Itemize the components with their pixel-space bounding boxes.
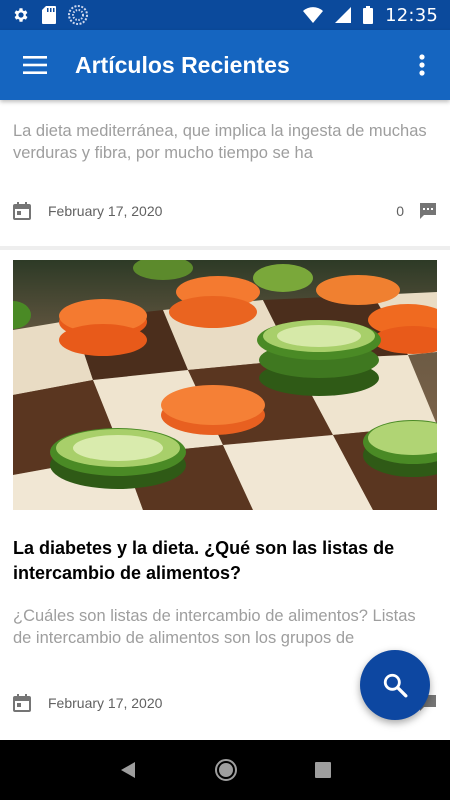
- wifi-icon: [303, 7, 324, 23]
- calendar-icon: [13, 694, 31, 712]
- sync-circle-icon: [68, 5, 88, 25]
- search-button[interactable]: [360, 650, 430, 720]
- page-title: Artículos Recientes: [75, 51, 290, 78]
- search-icon: [382, 672, 408, 698]
- comment-count-value: 0: [396, 203, 404, 219]
- system-nav-bar: [0, 740, 450, 800]
- menu-button[interactable]: [0, 30, 70, 100]
- battery-icon: [363, 6, 374, 24]
- more-vertical-icon: [419, 54, 425, 76]
- recents-icon[interactable]: [315, 762, 332, 778]
- article-title[interactable]: La diabetes y la dieta. ¿Qué son las lis…: [13, 536, 437, 586]
- status-bar: 12:35: [0, 0, 450, 30]
- status-time: 12:35: [385, 4, 438, 26]
- article-meta: February 17, 2020 0: [0, 199, 450, 223]
- article-date: February 17, 2020: [48, 695, 163, 711]
- app-bar: Artículos Recientes: [0, 30, 450, 100]
- hamburger-menu-icon: [23, 56, 47, 74]
- back-icon[interactable]: [119, 761, 137, 779]
- home-icon[interactable]: [214, 758, 238, 782]
- cell-signal-icon: [335, 7, 352, 23]
- article-date: February 17, 2020: [48, 203, 163, 219]
- article-image[interactable]: [13, 260, 437, 510]
- article-excerpt: La dieta mediterránea, que implica la in…: [13, 122, 427, 162]
- article-excerpt: ¿Cuáles son listas de intercambio de ali…: [13, 607, 416, 647]
- article-card[interactable]: La dieta mediterránea, que implica la in…: [0, 100, 450, 246]
- overflow-menu-button[interactable]: [394, 30, 450, 100]
- comment-count[interactable]: 0: [396, 202, 437, 220]
- comment-icon: [419, 202, 437, 220]
- article-list: La dieta mediterránea, que implica la in…: [0, 100, 450, 740]
- gear-icon: [12, 6, 30, 24]
- sd-card-icon: [42, 6, 56, 24]
- calendar-icon: [13, 202, 31, 220]
